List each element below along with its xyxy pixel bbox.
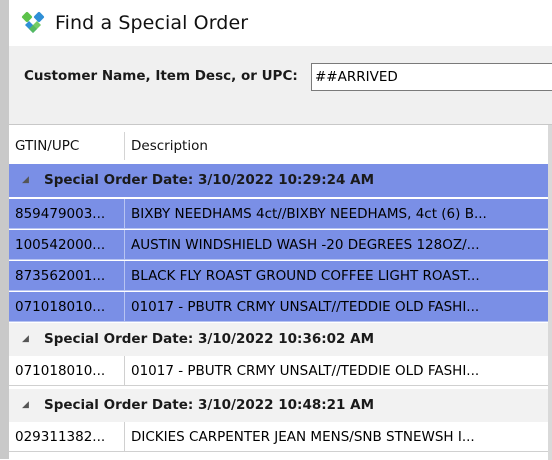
search-panel: Customer Name, Item Desc, or UPC: [9, 46, 552, 124]
column-header-description[interactable]: Description [125, 132, 552, 160]
table-row[interactable]: 071018010... 01017 - PBUTR CRMY UNSALT//… [9, 356, 552, 386]
results-grid[interactable]: GTIN/UPC Description ◢ Special Order Dat… [9, 124, 552, 460]
cell-gtin: 071018010... [15, 363, 106, 379]
grid-header: GTIN/UPC Description [9, 132, 552, 160]
cell-description: AUSTIN WINDSHIELD WASH -20 DEGREES 128OZ… [131, 237, 480, 253]
row-divider [9, 451, 552, 452]
cell-gtin: 029311382... [15, 429, 106, 445]
row-divider [9, 228, 552, 229]
column-header-gtin[interactable]: GTIN/UPC [9, 132, 124, 160]
table-row[interactable]: 859479003... BIXBY NEEDHAMS 4ct//BIXBY N… [9, 199, 552, 229]
group-row[interactable]: ◢ Special Order Date: 3/10/2022 10:48:21… [9, 389, 552, 422]
title-bar[interactable]: Find a Special Order [9, 0, 552, 46]
cell-gtin: 071018010... [15, 299, 106, 315]
group-label: Special Order Date: 3/10/2022 10:29:24 A… [44, 172, 374, 188]
collapse-triangle-icon[interactable]: ◢ [22, 164, 29, 197]
cell-description: 01017 - PBUTR CRMY UNSALT//TEDDIE OLD FA… [131, 299, 480, 315]
group-row[interactable]: ◢ Special Order Date: 3/10/2022 10:36:02… [9, 323, 552, 356]
cell-description: BIXBY NEEDHAMS 4ct//BIXBY NEEDHAMS, 4ct … [131, 206, 487, 222]
table-row[interactable]: 873562001... BLACK FLY ROAST GROUND COFF… [9, 261, 552, 291]
table-row[interactable]: 100542000... AUSTIN WINDSHIELD WASH -20 … [9, 230, 552, 260]
row-divider [9, 321, 552, 322]
grid-right-edge [548, 125, 552, 460]
cell-description: DICKIES CARPENTER JEAN MENS/SNB STNEWSH … [131, 429, 475, 445]
group-label: Special Order Date: 3/10/2022 10:36:02 A… [44, 331, 374, 347]
window-left-edge [0, 0, 9, 459]
cell-description: 01017 - PBUTR CRMY UNSALT//TEDDIE OLD FA… [131, 363, 480, 379]
collapse-triangle-icon[interactable]: ◢ [22, 389, 29, 422]
search-label: Customer Name, Item Desc, or UPC: [24, 68, 298, 84]
cell-description: BLACK FLY ROAST GROUND COFFEE LIGHT ROAS… [131, 268, 480, 284]
group-row[interactable]: ◢ Special Order Date: 3/10/2022 10:29:24… [9, 164, 552, 197]
row-divider [9, 259, 552, 260]
app-logo-icon [21, 11, 45, 33]
cell-gtin: 100542000... [15, 237, 106, 253]
group-label: Special Order Date: 3/10/2022 10:48:21 A… [44, 397, 374, 413]
row-divider [9, 385, 552, 386]
table-row[interactable]: 071018010... 01017 - PBUTR CRMY UNSALT//… [9, 292, 552, 322]
row-divider [9, 290, 552, 291]
find-special-order-window: Find a Special Order Customer Name, Item… [0, 0, 552, 460]
search-input[interactable] [311, 63, 552, 91]
collapse-triangle-icon[interactable]: ◢ [22, 323, 29, 356]
table-row[interactable]: 029311382... DICKIES CARPENTER JEAN MENS… [9, 422, 552, 452]
window-title: Find a Special Order [55, 12, 249, 34]
cell-gtin: 859479003... [15, 206, 106, 222]
cell-gtin: 873562001... [15, 268, 106, 284]
